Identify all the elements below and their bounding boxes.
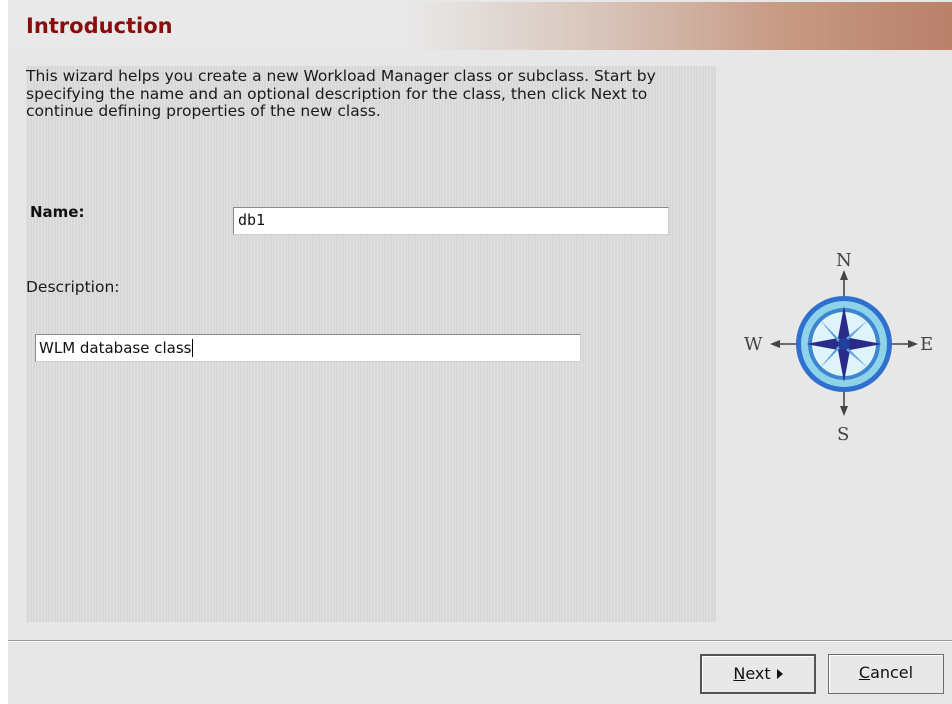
compass-east: E: [920, 334, 933, 355]
right-arrow-icon: [776, 669, 783, 679]
cancel-label: ancel: [870, 663, 914, 682]
cancel-mnemonic: C: [858, 663, 871, 682]
description-label: Description:: [26, 278, 120, 296]
window-left-edge: [0, 0, 8, 704]
compass-north: N: [836, 250, 852, 271]
name-field[interactable]: db1: [233, 207, 669, 235]
next-button[interactable]: Next: [700, 654, 816, 694]
description-value: WLM database class: [39, 339, 192, 357]
next-label: ext: [745, 664, 771, 683]
compass-icon: N S W E: [744, 250, 933, 445]
cancel-button[interactable]: Cancel: [828, 654, 944, 694]
compass-west: W: [744, 334, 763, 355]
footer-divider-highlight: [8, 641, 952, 642]
text-caret: [192, 339, 194, 357]
wizard-window: Introduction This wizard helps you creat…: [0, 0, 952, 704]
content-panel: This wizard helps you create a new Workl…: [26, 66, 716, 622]
description-field[interactable]: WLM database class: [35, 334, 581, 362]
header-banner: Introduction: [8, 2, 952, 50]
page-title: Introduction: [26, 14, 173, 38]
name-label: Name:: [30, 203, 85, 221]
next-mnemonic: N: [733, 664, 746, 683]
intro-text: This wizard helps you create a new Workl…: [26, 67, 656, 120]
compass-south: S: [837, 424, 849, 445]
